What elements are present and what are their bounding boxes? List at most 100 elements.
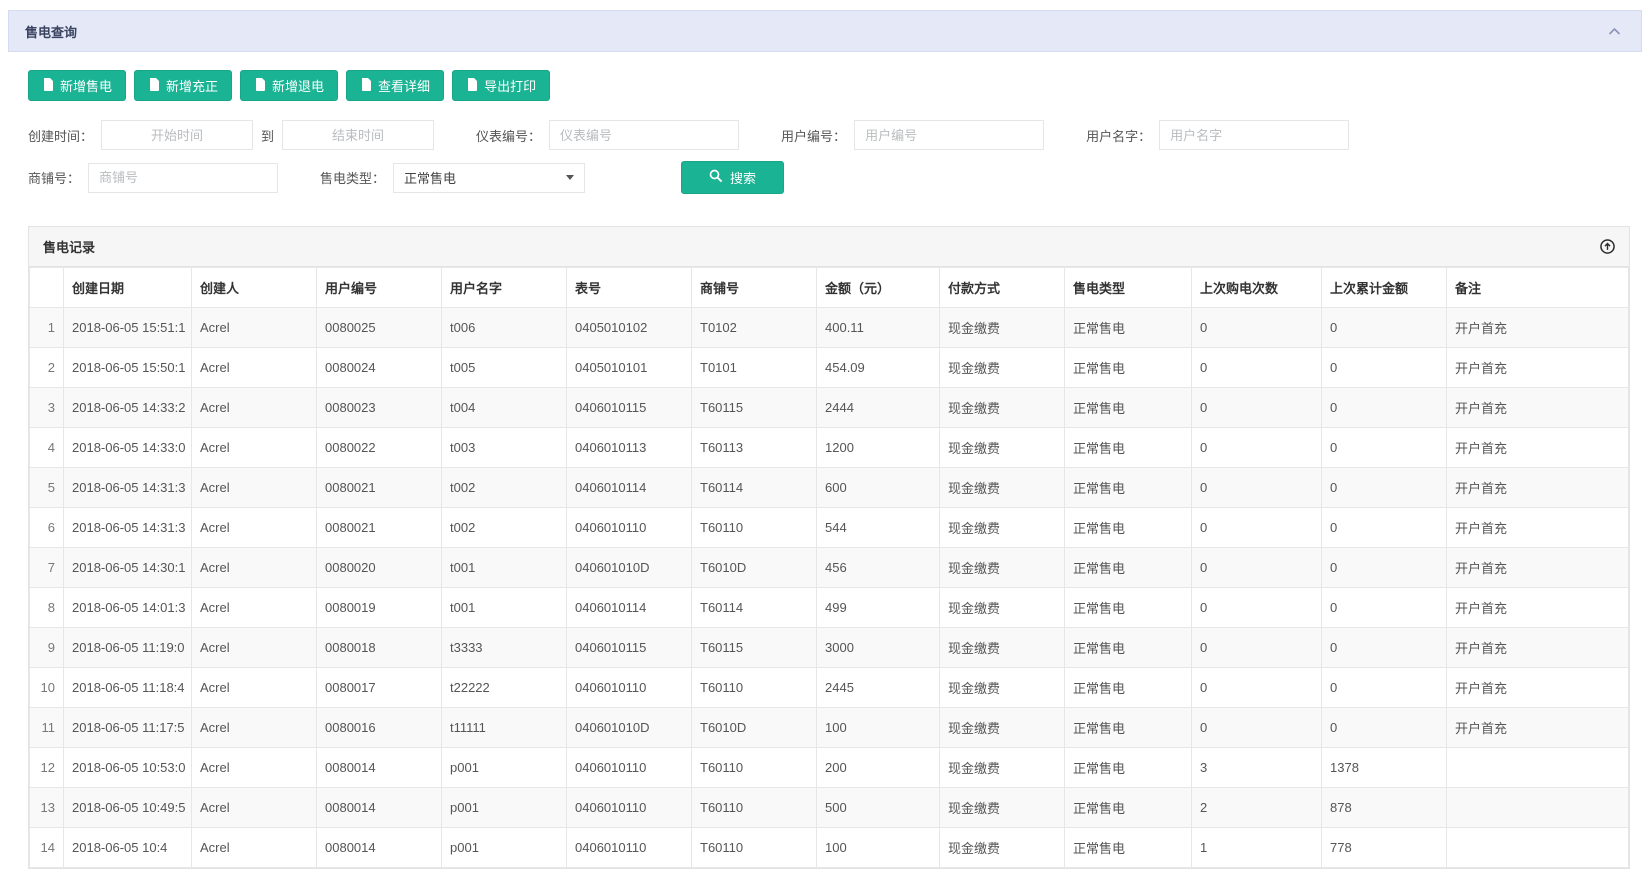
table-row[interactable]: 92018-06-05 11:19:0Acrel0080018t33330406… xyxy=(30,628,1629,668)
table-cell: 2018-06-05 10:49:5 xyxy=(64,788,192,828)
column-header: 表号 xyxy=(567,268,692,308)
meter-no-input[interactable] xyxy=(549,120,739,150)
table-row[interactable]: 52018-06-05 14:31:3Acrel0080021t00204060… xyxy=(30,468,1629,508)
end-time-input[interactable] xyxy=(282,120,434,150)
table-cell: 开户首充 xyxy=(1447,428,1629,468)
dropdown-caret-icon xyxy=(566,175,574,180)
table-cell: 600 xyxy=(817,468,940,508)
table-cell: 544 xyxy=(817,508,940,548)
table-cell: 开户首充 xyxy=(1447,468,1629,508)
table-row[interactable]: 142018-06-05 10:4Acrel0080014p0010406010… xyxy=(30,828,1629,868)
view-detail-button[interactable]: 查看详细 xyxy=(346,70,444,101)
sale-type-select[interactable]: 正常售电 xyxy=(393,163,585,193)
table-cell: 正常售电 xyxy=(1065,788,1192,828)
add-refund-button[interactable]: 新增退电 xyxy=(240,70,338,101)
user-name-group: 用户名字： xyxy=(1086,120,1349,150)
button-label: 新增充正 xyxy=(166,76,218,95)
table-cell: 0080014 xyxy=(317,748,442,788)
export-print-button[interactable]: 导出打印 xyxy=(452,70,550,101)
table-row[interactable]: 122018-06-05 10:53:0Acrel0080014p0010406… xyxy=(30,748,1629,788)
table-cell: 0405010102 xyxy=(567,308,692,348)
user-name-label: 用户名字： xyxy=(1086,126,1151,145)
table-cell: 3 xyxy=(1192,748,1322,788)
page: 售电查询 新增售电 新增充正 新增退电 查看详细 xyxy=(8,10,1642,869)
table-cell: 6 xyxy=(30,508,64,548)
add-sale-button[interactable]: 新增售电 xyxy=(28,70,126,101)
table-cell: 778 xyxy=(1322,828,1447,868)
add-recharge-button[interactable]: 新增充正 xyxy=(134,70,232,101)
table-cell: 0 xyxy=(1192,508,1322,548)
table-cell: 现金缴费 xyxy=(940,668,1065,708)
table-cell: Acrel xyxy=(192,468,317,508)
table-cell: T6010D xyxy=(692,548,817,588)
table-cell: 3000 xyxy=(817,628,940,668)
table-cell: 正常售电 xyxy=(1065,828,1192,868)
table-cell: 200 xyxy=(817,748,940,788)
table-row[interactable]: 102018-06-05 11:18:4Acrel0080017t2222204… xyxy=(30,668,1629,708)
table-cell: T60110 xyxy=(692,748,817,788)
table-row[interactable]: 62018-06-05 14:31:3Acrel0080021t00204060… xyxy=(30,508,1629,548)
table-cell: t002 xyxy=(442,468,567,508)
search-button[interactable]: 搜索 xyxy=(681,161,784,194)
table-cell: 0080025 xyxy=(317,308,442,348)
table-cell: 1200 xyxy=(817,428,940,468)
button-label: 新增退电 xyxy=(272,76,324,95)
records-title: 售电记录 xyxy=(43,237,95,256)
table-cell: 12 xyxy=(30,748,64,788)
start-time-input[interactable] xyxy=(101,120,253,150)
table-cell: 1 xyxy=(1192,828,1322,868)
table-row[interactable]: 72018-06-05 14:30:1Acrel0080020t00104060… xyxy=(30,548,1629,588)
table-cell: 0 xyxy=(1192,428,1322,468)
table-cell: 开户首充 xyxy=(1447,628,1629,668)
table-cell: 0405010101 xyxy=(567,348,692,388)
table-cell: 0080021 xyxy=(317,468,442,508)
table-cell: Acrel xyxy=(192,508,317,548)
table-cell: 0406010114 xyxy=(567,588,692,628)
button-label: 新增售电 xyxy=(60,76,112,95)
table-cell: 2018-06-05 14:30:1 xyxy=(64,548,192,588)
table-cell: 现金缴费 xyxy=(940,708,1065,748)
user-no-input[interactable] xyxy=(854,120,1044,150)
table-cell: 现金缴费 xyxy=(940,508,1065,548)
column-header: 用户编号 xyxy=(317,268,442,308)
table-cell: 2018-06-05 11:17:5 xyxy=(64,708,192,748)
collapse-panel-icon[interactable] xyxy=(1604,23,1625,40)
shop-no-input[interactable] xyxy=(88,163,278,193)
table-cell: 正常售电 xyxy=(1065,348,1192,388)
table-row[interactable]: 12018-06-05 15:51:1Acrel0080025t00604050… xyxy=(30,308,1629,348)
sale-type-value: 正常售电 xyxy=(404,168,456,187)
table-cell: 现金缴费 xyxy=(940,348,1065,388)
table-cell: 0080014 xyxy=(317,828,442,868)
table-row[interactable]: 42018-06-05 14:33:0Acrel0080022t00304060… xyxy=(30,428,1629,468)
table-cell: 040601010D xyxy=(567,708,692,748)
arrow-up-circle-icon[interactable] xyxy=(1600,239,1615,254)
file-icon xyxy=(360,78,372,94)
table-cell: Acrel xyxy=(192,668,317,708)
table-cell: T60110 xyxy=(692,828,817,868)
table-cell: 11 xyxy=(30,708,64,748)
table-cell: 2018-06-05 14:31:3 xyxy=(64,468,192,508)
table-cell: Acrel xyxy=(192,788,317,828)
table-row[interactable]: 22018-06-05 15:50:1Acrel0080024t00504050… xyxy=(30,348,1629,388)
user-no-group: 用户编号： xyxy=(781,120,1044,150)
user-name-input[interactable] xyxy=(1159,120,1349,150)
table-row[interactable]: 32018-06-05 14:33:2Acrel0080023t00404060… xyxy=(30,388,1629,428)
table-row[interactable]: 82018-06-05 14:01:3Acrel0080019t00104060… xyxy=(30,588,1629,628)
table-cell: 正常售电 xyxy=(1065,668,1192,708)
records-panel-header: 售电记录 xyxy=(29,227,1629,267)
table-cell: 开户首充 xyxy=(1447,348,1629,388)
table-cell: T60115 xyxy=(692,388,817,428)
table-row[interactable]: 112018-06-05 11:17:5Acrel0080016t1111104… xyxy=(30,708,1629,748)
table-cell: p001 xyxy=(442,748,567,788)
table-cell: 0080014 xyxy=(317,788,442,828)
column-header: 金额（元） xyxy=(817,268,940,308)
table-cell: 100 xyxy=(817,828,940,868)
table-cell: 1 xyxy=(30,308,64,348)
table-cell: p001 xyxy=(442,828,567,868)
table-cell: 2018-06-05 14:01:3 xyxy=(64,588,192,628)
table-cell: T60114 xyxy=(692,468,817,508)
table-cell: 0080017 xyxy=(317,668,442,708)
table-row[interactable]: 132018-06-05 10:49:5Acrel0080014p0010406… xyxy=(30,788,1629,828)
table-cell: T60110 xyxy=(692,508,817,548)
table-cell: Acrel xyxy=(192,548,317,588)
